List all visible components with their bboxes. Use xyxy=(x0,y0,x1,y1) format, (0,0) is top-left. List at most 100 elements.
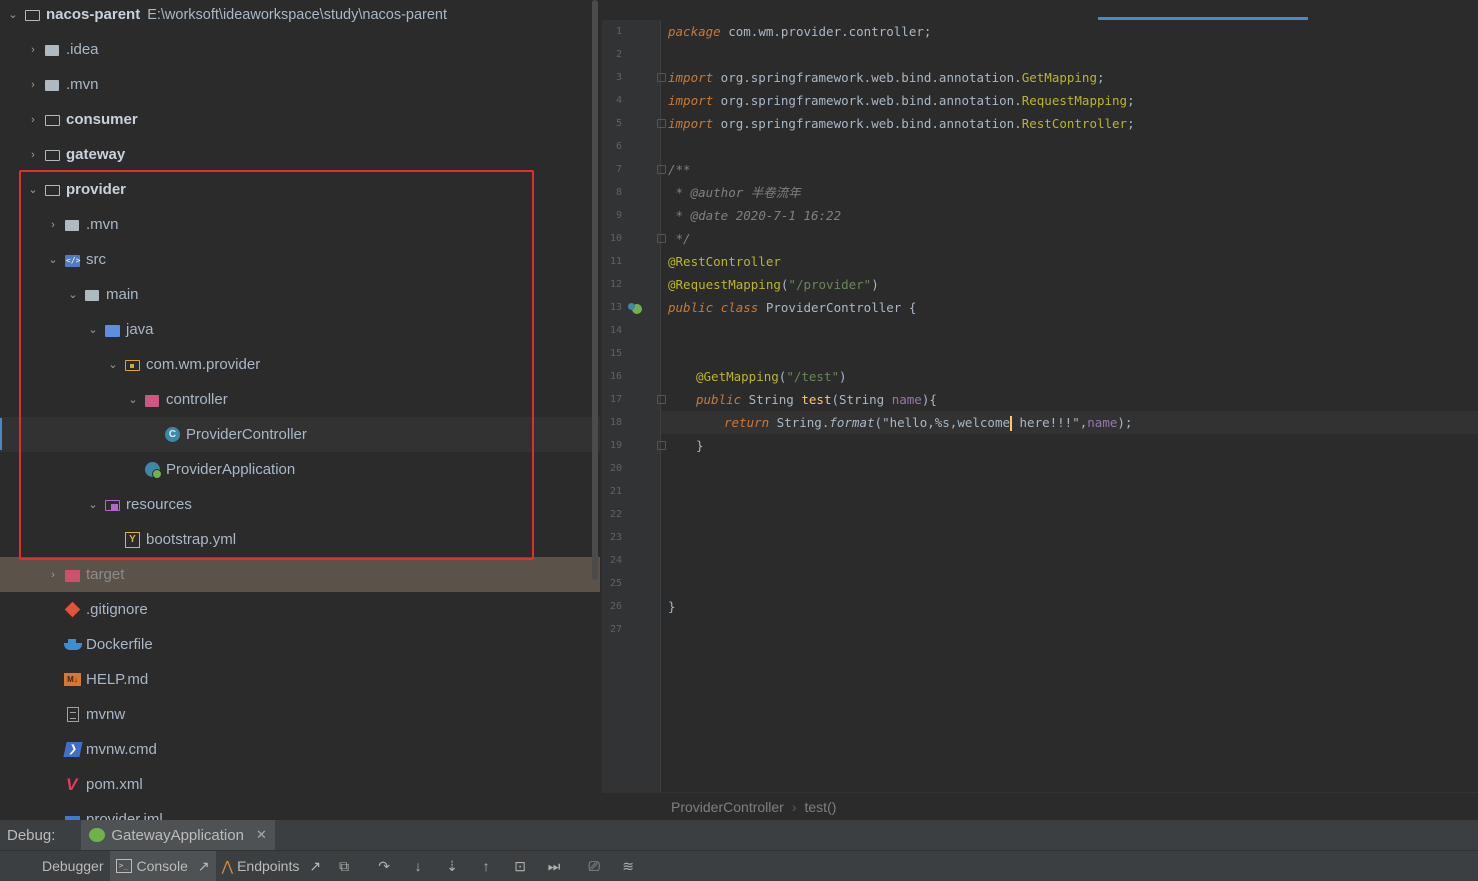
tree-row-package[interactable]: ⌄ com.wm.provider xyxy=(0,347,600,382)
code-text: org.springframework.web.bind.annotation. xyxy=(713,93,1022,108)
line-number[interactable]: 22 xyxy=(608,503,622,526)
tree-row-provider-iml[interactable]: › provider.iml xyxy=(0,802,600,820)
fold-icon[interactable] xyxy=(657,441,666,450)
line-number[interactable]: 18 xyxy=(608,411,622,434)
tree-row-pom-xml[interactable]: › pom.xml xyxy=(0,767,600,802)
tree-row-gateway[interactable]: › gateway xyxy=(0,137,600,172)
chevron-down-icon[interactable]: ⌄ xyxy=(86,498,100,511)
restore-layout-icon[interactable]: ⧉ xyxy=(335,857,353,875)
drop-frame-icon[interactable]: ⊡ xyxy=(511,857,529,875)
chevron-down-icon[interactable]: ⌄ xyxy=(86,323,100,336)
trace-stream-icon[interactable]: ≋ xyxy=(619,857,637,875)
line-number[interactable]: 27 xyxy=(608,618,622,641)
arrow-up-right-icon[interactable]: ↗ xyxy=(198,858,210,875)
tree-label: .gitignore xyxy=(86,601,148,618)
line-number[interactable]: 9 xyxy=(608,204,622,227)
chevron-down-icon[interactable]: ⌄ xyxy=(46,253,60,266)
tree-row-provider-mvn[interactable]: › .mvn xyxy=(0,207,600,242)
tab-console[interactable]: >_ Console ↗ xyxy=(109,851,216,881)
line-number[interactable]: 6 xyxy=(608,135,622,158)
tree-row-dockerfile[interactable]: › Dockerfile xyxy=(0,627,600,662)
tree-row-root[interactable]: ⌄ nacos-parent E:\worksoft\ideaworkspace… xyxy=(0,0,598,32)
tree-row-controller[interactable]: ⌄ controller xyxy=(0,382,600,417)
line-number[interactable]: 19 xyxy=(608,434,622,457)
tree-row-mvnw[interactable]: › mvnw xyxy=(0,697,600,732)
chevron-down-icon[interactable]: ⌄ xyxy=(26,183,40,196)
line-number[interactable]: 16 xyxy=(608,365,622,388)
chevron-down-icon[interactable]: ⌄ xyxy=(126,393,140,406)
line-number[interactable]: 12 xyxy=(608,273,622,296)
line-number[interactable]: 21 xyxy=(608,480,622,503)
tree-row-src[interactable]: ⌄ src xyxy=(0,242,600,277)
line-number[interactable]: 3 xyxy=(608,66,622,89)
tree-label: nacos-parent xyxy=(46,6,141,23)
chevron-right-icon[interactable]: › xyxy=(26,149,40,161)
evaluate-expression-icon[interactable]: ⎚ xyxy=(585,857,603,875)
line-number[interactable]: 25 xyxy=(608,572,622,595)
tree-row-help-md[interactable]: › HELP.md xyxy=(0,662,600,697)
tree-row-resources[interactable]: ⌄ resources xyxy=(0,487,600,522)
chevron-down-icon[interactable]: ⌄ xyxy=(6,8,20,21)
tree-row-idea[interactable]: › .idea xyxy=(0,32,600,67)
debug-session-tab[interactable]: GatewayApplication ✕ xyxy=(81,820,275,850)
chevron-right-icon[interactable]: › xyxy=(26,79,40,91)
line-number[interactable]: 23 xyxy=(608,526,622,549)
run-to-cursor-icon[interactable]: ⏭ xyxy=(545,857,563,875)
line-number[interactable]: 17 xyxy=(608,388,622,411)
tree-row-gitignore[interactable]: › .gitignore xyxy=(0,592,600,627)
line-number[interactable]: 7 xyxy=(608,158,622,181)
tab-debugger[interactable]: Debugger xyxy=(36,851,110,881)
chevron-down-icon[interactable]: ⌄ xyxy=(106,358,120,371)
line-number[interactable]: 1 xyxy=(608,20,622,43)
line-number[interactable]: 20 xyxy=(608,457,622,480)
maven-icon xyxy=(64,775,82,795)
class-ref: GetMapping xyxy=(1021,70,1097,85)
folder-icon xyxy=(44,42,62,58)
breadcrumb-class[interactable]: ProviderController xyxy=(671,799,784,815)
tree-row-target[interactable]: › target xyxy=(0,557,600,592)
fold-icon[interactable] xyxy=(657,234,666,243)
line-number[interactable]: 5 xyxy=(608,112,622,135)
arrow-up-right-icon[interactable]: ↗ xyxy=(309,858,321,875)
fold-icon[interactable] xyxy=(657,165,666,174)
line-number[interactable]: 8 xyxy=(608,181,622,204)
line-number[interactable]: 11 xyxy=(608,250,622,273)
tree-row-mvn[interactable]: › .mvn xyxy=(0,67,600,102)
line-number[interactable]: 13 xyxy=(608,296,622,319)
line-number[interactable]: 26 xyxy=(608,595,622,618)
tree-row-provider[interactable]: ⌄ provider xyxy=(0,172,600,207)
tree-scrollbar[interactable] xyxy=(592,0,598,580)
tree-row-provider-application[interactable]: › ProviderApplication xyxy=(0,452,600,487)
tree-row-provider-controller[interactable]: › ProviderController xyxy=(0,417,600,452)
tree-row-main[interactable]: ⌄ main xyxy=(0,277,600,312)
line-number[interactable]: 10 xyxy=(608,227,622,250)
line-number[interactable]: 14 xyxy=(608,319,622,342)
line-number[interactable]: 15 xyxy=(608,342,622,365)
chevron-down-icon[interactable]: ⌄ xyxy=(66,288,80,301)
line-number[interactable]: 4 xyxy=(608,89,622,112)
spring-boot-app-icon xyxy=(89,828,106,842)
spring-bean-icon[interactable] xyxy=(628,303,642,314)
editor-tab-strip[interactable] xyxy=(602,0,1478,20)
chevron-right-icon[interactable]: › xyxy=(26,114,40,126)
tree-row-mvnw-cmd[interactable]: › mvnw.cmd xyxy=(0,732,600,767)
chevron-right-icon[interactable]: › xyxy=(46,219,60,231)
tree-row-consumer[interactable]: › consumer xyxy=(0,102,600,137)
line-number[interactable]: 2 xyxy=(608,43,622,66)
fold-icon[interactable] xyxy=(657,73,666,82)
line-number[interactable]: 24 xyxy=(608,549,622,572)
breadcrumb-method[interactable]: test() xyxy=(805,799,837,815)
tree-row-java[interactable]: ⌄ java xyxy=(0,312,600,347)
code-editor[interactable]: 1 2 3 4 5 6 7 8 9 10 11 12 13 14 15 16 17 18 19 20 21 22 23 24 2… xyxy=(602,0,1478,821)
step-out-icon[interactable]: ↑ xyxy=(477,857,495,875)
close-icon[interactable]: ✕ xyxy=(256,827,267,843)
chevron-right-icon[interactable]: › xyxy=(26,44,40,56)
force-step-into-icon[interactable]: ⇣ xyxy=(443,857,461,875)
fold-icon[interactable] xyxy=(657,395,666,404)
tree-row-bootstrap-yml[interactable]: › bootstrap.yml xyxy=(0,522,600,557)
step-over-icon[interactable]: ↷ xyxy=(375,857,393,875)
step-into-icon[interactable]: ↓ xyxy=(409,857,427,875)
tab-endpoints[interactable]: ⋀ Endpoints ↗ xyxy=(216,851,328,881)
fold-icon[interactable] xyxy=(657,119,666,128)
chevron-right-icon[interactable]: › xyxy=(46,569,60,581)
